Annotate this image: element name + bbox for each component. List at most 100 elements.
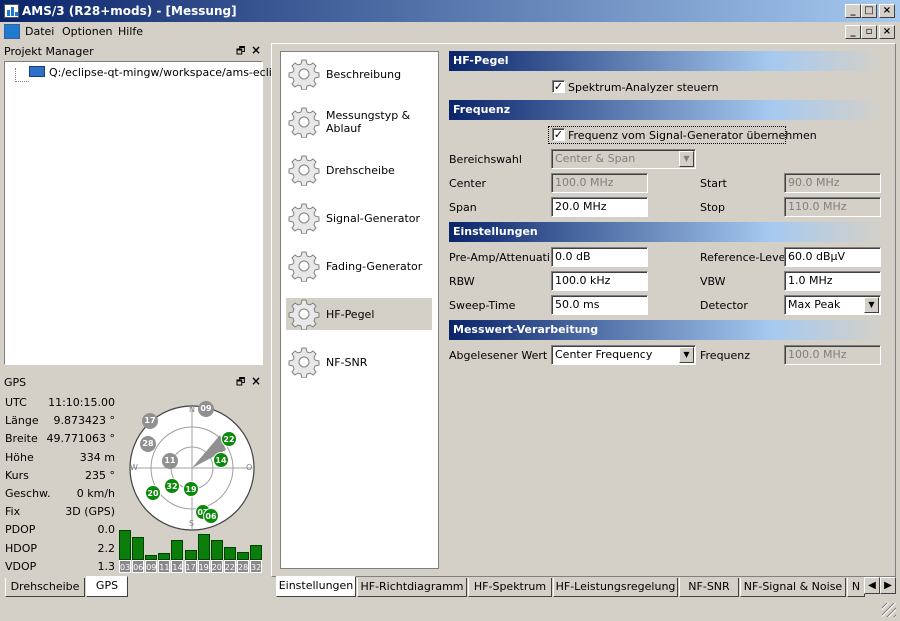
chevron-down-icon[interactable]: ▼ [864,297,879,313]
sweep-field[interactable]: 50.0 ms [551,295,648,315]
span-field[interactable]: 20.0 MHz [551,197,648,217]
start-label: Start [700,177,727,190]
chevron-down-icon[interactable]: ▼ [679,151,694,167]
gps-row: Breite 49.771063 ° [5,432,115,450]
window-title: AMS/3 (R28+mods) - [Messung] [22,4,237,18]
bottom-tab[interactable]: N [847,578,865,597]
signal-bar [210,540,223,560]
bottom-tab[interactable]: HF-Spektrum [468,578,552,597]
tab-scroll-right-icon[interactable]: ▶ [880,577,896,594]
tree-item-project[interactable]: Q:/eclipse-qt-mingw/workspace/ams-ecli..… [29,66,282,79]
project-tree[interactable]: Q:/eclipse-qt-mingw/workspace/ams-ecli..… [4,61,282,365]
signal-bar [184,550,197,560]
detector-value: Max Peak [788,298,841,311]
bottom-tab[interactable]: NF-SNR [679,578,739,597]
start-field[interactable]: 90.0 MHz [784,173,881,193]
span-label: Span [449,201,477,214]
gps-key: UTC [5,396,27,409]
vbw-field[interactable]: 1.0 MHz [784,271,881,291]
satellite-gray: 09 [198,401,214,417]
menu-datei[interactable]: Datei [25,25,54,38]
project-manager-title: Projekt Manager [4,45,94,58]
satellite-green: 22 [221,431,237,447]
tab-scroll-left-icon[interactable]: ◀ [864,577,880,594]
gear-icon [288,154,320,189]
gps-float-icon[interactable]: 🗗 [236,375,245,392]
nav-item[interactable]: Signal-Generator [286,202,432,235]
panel-close-icon[interactable]: × [251,43,261,57]
signal-bar-label: 19 [197,560,210,573]
close-icon[interactable]: × [879,4,895,18]
analyzer-checkbox[interactable]: ✓ [552,80,565,93]
signal-bar-label: 17 [184,560,197,573]
float-icon[interactable]: 🗗 [236,44,245,61]
reflevel-label: Reference-Level [700,251,789,264]
gps-key: Länge [5,414,39,428]
abgelesen-select[interactable]: Center Frequency ▼ [551,345,696,365]
siggen-checkbox[interactable]: ✓ [552,128,565,141]
maximize-icon[interactable]: □ [861,4,877,18]
nav-item-label: Signal-Generator [326,211,421,225]
satellite-gray: 28 [140,436,156,452]
child-close-icon[interactable]: × [879,25,895,39]
stop-label: Stop [700,201,726,214]
nav-item[interactable]: Messungstyp & Ablauf [286,106,432,139]
gps-value: 9.873423 ° [53,414,115,428]
gps-close-icon[interactable]: × [251,374,261,388]
satellite-green: 06 [203,508,219,524]
satellite-gray: 11 [162,453,178,469]
bottom-tab[interactable]: Einstellungen [276,576,356,597]
gps-key: Höhe [5,450,34,464]
center-field[interactable]: 100.0 MHz [551,173,648,193]
sweep-label: Sweep-Time [449,299,516,312]
nav-item[interactable]: HF-Pegel [286,298,432,331]
reflevel-field[interactable]: 60.0 dBµV [784,247,881,267]
nav-item[interactable]: NF-SNR [286,346,432,381]
bottom-tab[interactable]: HF-Richtdiagramm [357,578,467,597]
section-einstellungen: Einstellungen [449,222,881,242]
resize-grip-icon[interactable] [882,603,896,617]
gps-value: 2.2 [97,541,116,555]
satellite-green: 32 [164,478,180,494]
signal-bar [250,545,262,560]
tree-line [15,68,29,82]
menu-optionen[interactable]: Optionen [62,25,112,38]
nav-item-label: NF-SNR [326,355,368,369]
gear-icon [288,346,320,381]
gps-value: 0.0 [97,523,116,537]
child-restore-icon[interactable]: ▫ [861,25,877,39]
frequenz-field[interactable]: 100.0 MHz [784,345,881,365]
tab-drehscheibe[interactable]: Drehscheibe [5,578,85,597]
detector-select[interactable]: Max Peak ▼ [784,295,881,315]
bereichswahl-select[interactable]: Center & Span ▼ [551,149,696,169]
nav-item[interactable]: Fading-Generator [286,250,432,283]
tab-gps[interactable]: GPS [86,576,128,597]
title-bar[interactable]: AMS/3 (R28+mods) - [Messung] _ □ × [0,0,900,22]
bottom-tab[interactable]: NF-Signal & Noise [740,578,846,597]
signal-bar-label: 14 [171,560,184,573]
chevron-down-icon[interactable]: ▼ [679,347,694,363]
preamp-field[interactable]: 0.0 dB [551,247,648,267]
menu-hilfe[interactable]: Hilfe [118,25,143,38]
gps-value: 235 ° [85,468,115,482]
gps-value: 3D (GPS) [65,505,115,519]
gps-key: Kurs [5,468,29,482]
signal-bar [132,537,145,560]
document-icon[interactable] [4,24,20,39]
satellite-green: 20 [145,485,161,501]
nav-item[interactable]: Beschreibung [286,58,432,91]
gps-row: Geschw. 0 km/h [5,487,115,505]
child-minimize-icon[interactable]: _ [845,25,861,39]
bereichswahl-value: Center & Span [555,152,636,165]
gps-key: Breite [5,432,38,446]
folder-icon [29,66,45,77]
satellite-green: 14 [213,452,229,468]
bottom-tab[interactable]: HF-Leistungsregelung [553,578,678,597]
stop-field[interactable]: 110.0 MHz [784,197,881,217]
center-label: Center [449,177,487,190]
minimize-icon[interactable]: _ [845,4,861,18]
gps-key: HDOP [5,541,38,555]
nav-item[interactable]: Drehscheibe [286,154,432,189]
gps-row: Fix 3D (GPS) [5,505,115,523]
rbw-field[interactable]: 100.0 kHz [551,271,648,291]
